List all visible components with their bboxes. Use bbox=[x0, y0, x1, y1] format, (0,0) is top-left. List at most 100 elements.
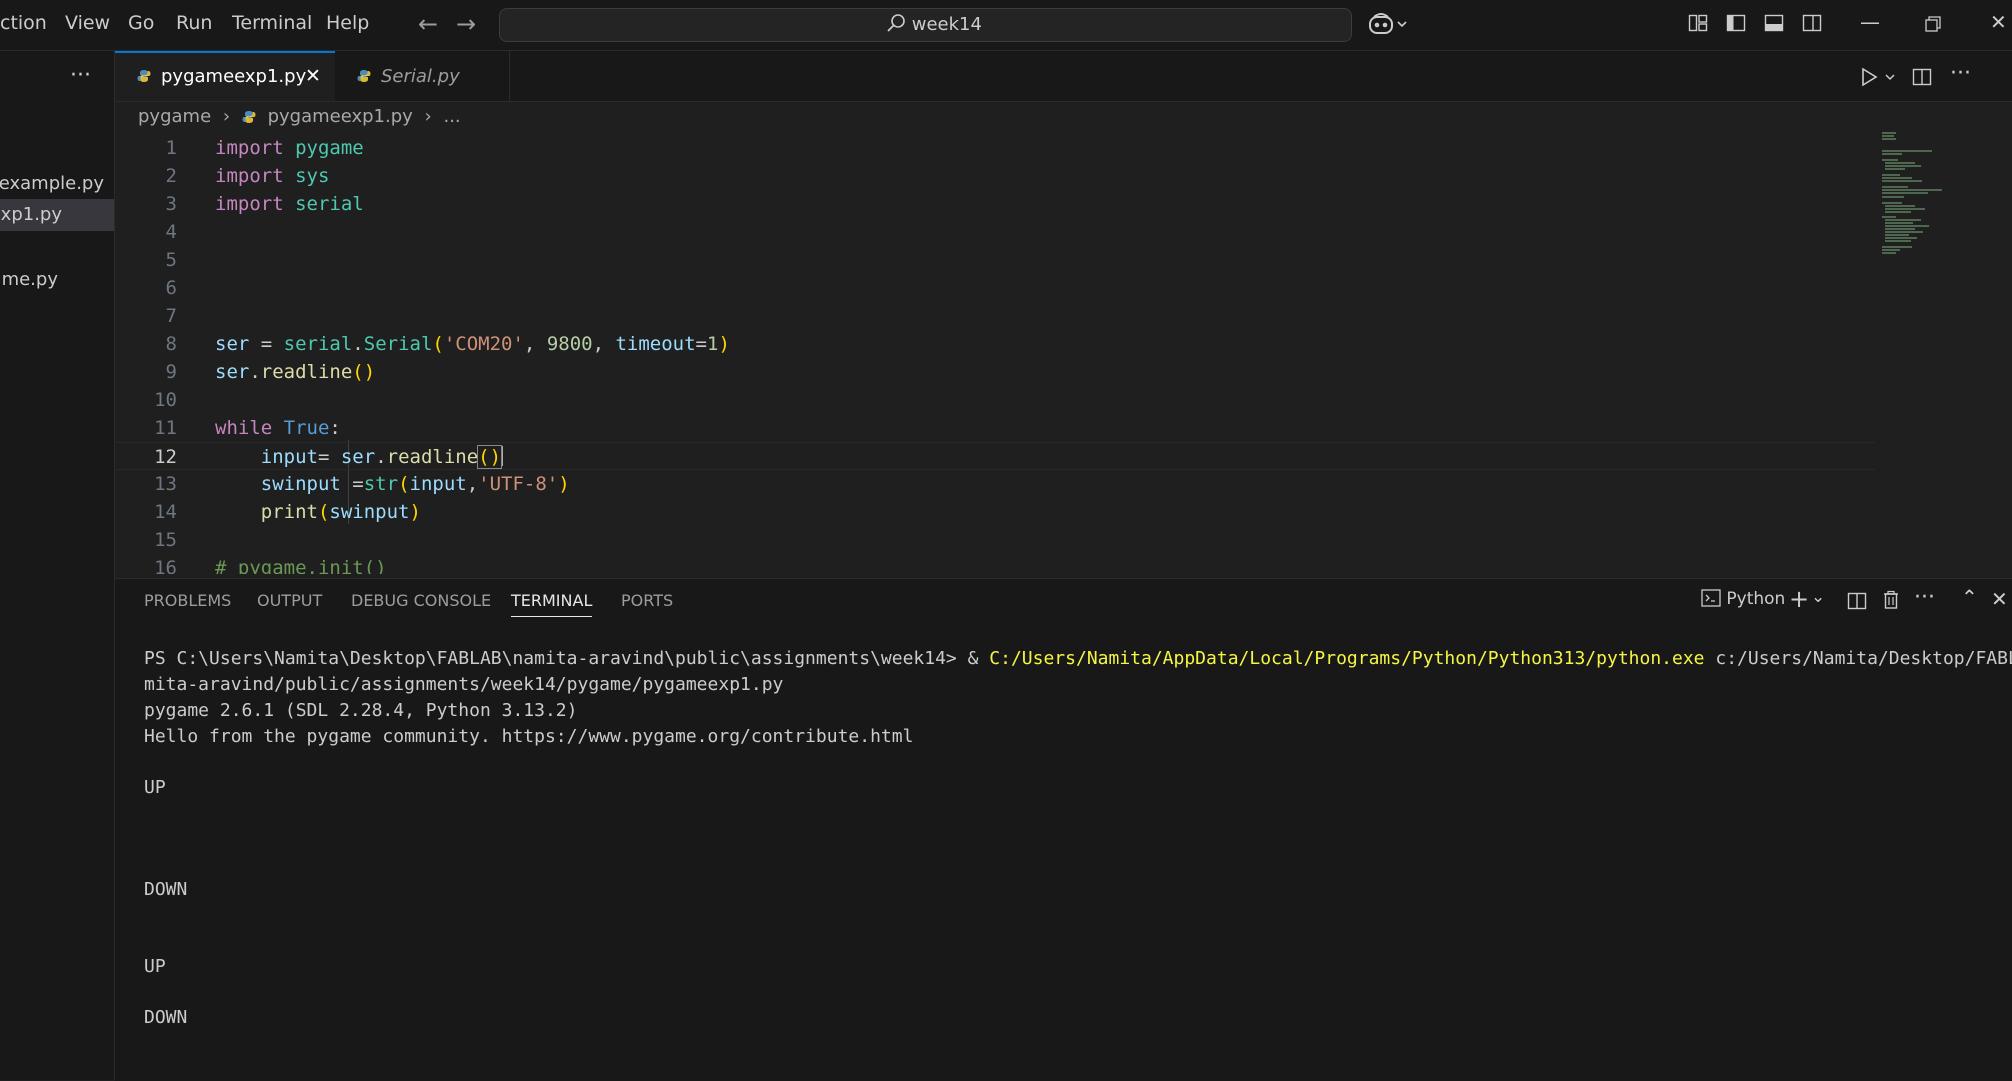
code-token: () bbox=[352, 361, 376, 383]
code-token: timeout bbox=[615, 333, 696, 355]
code-editor[interactable]: 1 import pygame 2 import sys 3 import se… bbox=[115, 134, 1875, 574]
minimize-icon[interactable]: — bbox=[1860, 10, 1880, 34]
code-token: import bbox=[215, 165, 284, 187]
code-token: ser bbox=[340, 446, 376, 468]
editor-more-actions-icon[interactable]: ··· bbox=[1950, 61, 1971, 86]
toggle-primary-sidebar-icon[interactable] bbox=[1726, 13, 1746, 33]
search-text: week14 bbox=[911, 14, 982, 35]
run-python-file-icon[interactable] bbox=[1860, 67, 1898, 87]
split-editor-icon[interactable] bbox=[1912, 67, 1932, 87]
line-number: 4 bbox=[165, 221, 177, 243]
forward-arrow-icon[interactable]: → bbox=[456, 10, 476, 38]
copilot-icon[interactable] bbox=[1368, 11, 1408, 37]
line-number: 2 bbox=[165, 165, 177, 187]
code-line: 2 import sys bbox=[115, 162, 1875, 190]
chevron-down-icon[interactable]: ⌄ bbox=[1811, 587, 1825, 607]
code-token: ( bbox=[398, 473, 410, 495]
terminal-output: UP bbox=[144, 956, 166, 977]
terminal-line: Hello from the pygame community. https:/… bbox=[144, 726, 914, 747]
line-number: 10 bbox=[154, 389, 177, 411]
line-number: 5 bbox=[165, 249, 177, 271]
chevron-right-icon: › bbox=[222, 106, 231, 127]
customize-layout-icon[interactable] bbox=[1688, 13, 1708, 33]
explorer-file-item[interactable]: ame.py bbox=[0, 264, 114, 296]
terminal-command-line: PS C:\Users\Namita\Desktop\FABLAB\namita… bbox=[144, 648, 2012, 669]
explorer-file-item[interactable]: example.py bbox=[0, 168, 114, 200]
more-actions-icon[interactable]: ··· bbox=[70, 63, 91, 88]
tab-terminal[interactable]: TERMINAL bbox=[511, 591, 593, 617]
minimap[interactable] bbox=[1880, 130, 1960, 290]
explorer-file-item-active[interactable]: exp1.py bbox=[0, 199, 114, 231]
close-window-icon[interactable]: ✕ bbox=[1990, 10, 2007, 34]
explorer-sidebar: ··· example.py exp1.py ame.py bbox=[0, 51, 115, 1080]
code-line: 9 ser.readline() bbox=[115, 358, 1875, 386]
breadcrumb-file[interactable]: pygameexp1.py bbox=[268, 106, 413, 127]
split-terminal-icon[interactable] bbox=[1847, 591, 1867, 611]
code-token: sys bbox=[295, 165, 330, 187]
terminal-output: DOWN bbox=[144, 879, 188, 900]
terminal-shell-selector[interactable]: Python bbox=[1701, 589, 1785, 609]
code-token: , bbox=[466, 473, 479, 495]
code-token: import bbox=[215, 193, 284, 215]
terminal-output: UP bbox=[144, 777, 166, 798]
code-token: () bbox=[477, 445, 503, 469]
code-line: 8 ser = serial.Serial('COM20', 9800, tim… bbox=[115, 330, 1875, 358]
code-token: = bbox=[249, 333, 284, 355]
command-center-search[interactable]: week14 bbox=[499, 8, 1352, 42]
terminal-prompt: PS C:\Users\Namita\Desktop\FABLAB\namita… bbox=[144, 648, 990, 669]
close-tab-icon[interactable]: ✕ bbox=[305, 65, 321, 87]
code-token: ) bbox=[718, 333, 730, 355]
restore-icon[interactable] bbox=[1924, 15, 1942, 33]
maximize-panel-icon[interactable]: ⌃ bbox=[1961, 585, 1978, 609]
code-line: 15 bbox=[115, 526, 1875, 554]
new-terminal-icon[interactable]: + bbox=[1789, 585, 1809, 613]
menu-go[interactable]: Go bbox=[128, 12, 154, 34]
code-token: 9800 bbox=[546, 333, 593, 355]
code-token: input bbox=[260, 446, 318, 468]
panel-more-actions-icon[interactable]: ··· bbox=[1914, 585, 1935, 610]
code-token: swinput bbox=[329, 501, 410, 523]
menu-help[interactable]: Help bbox=[326, 12, 369, 34]
line-number: 7 bbox=[165, 305, 177, 327]
tab-serial[interactable]: Serial.py bbox=[335, 51, 510, 101]
code-token: # pygame.init() bbox=[215, 557, 387, 574]
code-token: , bbox=[592, 333, 616, 355]
tab-label: Serial.py bbox=[381, 66, 460, 87]
search-icon bbox=[887, 14, 905, 32]
code-token: = bbox=[695, 333, 707, 355]
close-panel-icon[interactable]: ✕ bbox=[1991, 587, 2008, 611]
menu-run[interactable]: Run bbox=[176, 12, 212, 34]
menu-terminal[interactable]: Terminal bbox=[232, 12, 312, 34]
code-token: : bbox=[329, 417, 341, 439]
code-line: 10 bbox=[115, 386, 1875, 414]
tab-ports[interactable]: PORTS bbox=[621, 591, 673, 610]
menu-view[interactable]: View bbox=[65, 12, 110, 34]
explorer-file-label: ame.py bbox=[0, 269, 58, 290]
breadcrumb-folder[interactable]: pygame bbox=[138, 106, 211, 127]
line-number: 13 bbox=[154, 473, 177, 495]
code-line: 5 bbox=[115, 246, 1875, 274]
code-line: 1 import pygame bbox=[115, 134, 1875, 162]
toggle-panel-icon[interactable] bbox=[1764, 13, 1784, 33]
breadcrumb-symbols[interactable]: ... bbox=[443, 106, 460, 127]
toggle-secondary-sidebar-icon[interactable] bbox=[1802, 13, 1822, 33]
editor-tab-bar: pygameexp1.py ✕ Serial.py ··· bbox=[115, 51, 2012, 102]
tab-debug-console[interactable]: DEBUG CONSOLE bbox=[351, 591, 491, 610]
code-token: 'COM20' bbox=[443, 333, 524, 355]
code-line: 14 print(swinput) bbox=[115, 498, 1875, 526]
code-line: 4 bbox=[115, 218, 1875, 246]
code-token: . bbox=[352, 333, 364, 355]
back-arrow-icon[interactable]: ← bbox=[418, 10, 438, 38]
tab-pygameexp1[interactable]: pygameexp1.py ✕ bbox=[115, 51, 335, 101]
explorer-file-label: exp1.py bbox=[0, 204, 62, 225]
explorer-file-label: example.py bbox=[0, 173, 104, 194]
code-line: 11 while True: bbox=[115, 414, 1875, 442]
tab-problems[interactable]: PROBLEMS bbox=[144, 591, 231, 610]
line-number-current: 12 bbox=[154, 446, 177, 468]
bottom-panel: PROBLEMS OUTPUT DEBUG CONSOLE TERMINAL P… bbox=[115, 578, 2012, 1081]
trash-icon[interactable] bbox=[1881, 590, 1901, 610]
code-token: ) bbox=[558, 473, 570, 495]
tab-output[interactable]: OUTPUT bbox=[257, 591, 322, 610]
menu-selection[interactable]: ction bbox=[0, 12, 47, 34]
code-token: serial bbox=[283, 333, 353, 355]
